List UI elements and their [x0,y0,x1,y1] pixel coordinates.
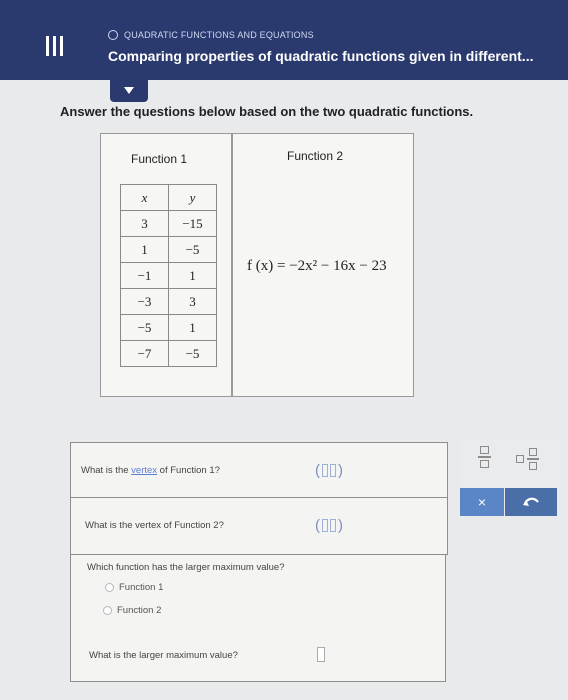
function2-title: Function 2 [287,149,344,163]
functions-panel: Function 1 Function 2 x y 3 −15 1 −5 −1 1 −… [100,133,414,397]
cell-y: −15 [168,210,217,237]
table-row: −3 3 [120,288,217,315]
mixed-number-icon[interactable] [516,448,539,470]
column-header-y: y [168,184,217,211]
vertex2-answer-input[interactable]: () [315,517,343,534]
question-text: Which function has the larger maximum va… [87,562,285,573]
cell-y: 1 [168,314,217,341]
clear-button[interactable]: × [460,488,504,516]
question-vertex-function2: What is the vertex of Function 2? () [70,497,448,555]
menu-icon[interactable] [44,36,66,56]
cell-y: −5 [168,236,217,263]
cell-x: −5 [120,314,169,341]
question-larger-maximum: Which function has the larger maximum va… [70,554,446,682]
radio-circle [105,583,114,592]
undo-button[interactable] [505,488,557,516]
cell-x: −3 [120,288,169,315]
cell-x: −7 [120,340,169,367]
undo-icon [523,497,539,506]
max-value-input[interactable] [317,647,325,662]
lesson-title: Comparing properties of quadratic functi… [108,48,534,64]
cell-y: 3 [168,288,217,315]
header-bar: QUADRATIC FUNCTIONS AND EQUATIONS Compar… [0,0,568,80]
topic-row: QUADRATIC FUNCTIONS AND EQUATIONS [108,30,314,40]
cell-x: 3 [120,210,169,237]
table-row: −7 −5 [120,340,217,367]
chevron-down-icon [124,87,134,94]
column-header-x: x [120,184,169,211]
table-row: 3 −15 [120,210,217,237]
math-toolbar [460,440,560,488]
topic-circle-icon [108,30,118,40]
expand-dropdown-button[interactable] [110,80,148,102]
question-vertex-function1: What is the vertex of Function 1? () [70,442,448,498]
cell-x: 1 [120,236,169,263]
cell-y: −5 [168,340,217,367]
instructions: Answer the questions below based on the … [60,104,474,119]
panel-divider [231,134,233,396]
function2-formula: f (x) = −2x² − 16x − 23 [247,258,387,274]
table-row: 1 −5 [120,236,217,263]
vertex1-answer-input[interactable]: () [315,462,343,479]
radio-circle [103,606,112,615]
function1-title: Function 1 [131,152,188,166]
table-row: −5 1 [120,314,217,341]
question-text: What is the vertex of Function 2? [85,520,224,531]
cell-y: 1 [168,262,217,289]
radio-function2[interactable]: Function 2 [103,605,161,616]
function1-table: x y 3 −15 1 −5 −1 1 −3 3 −5 1 −7 −5 [120,184,217,367]
question-text: What is the vertex of Function 1? [81,465,220,476]
vertex-link[interactable]: vertex [131,465,157,476]
question-text: What is the larger maximum value? [89,650,238,661]
table-row: −1 1 [120,262,217,289]
cell-x: −1 [120,262,169,289]
radio-function1[interactable]: Function 1 [105,582,163,593]
fraction-icon[interactable] [478,446,491,468]
topic-label: QUADRATIC FUNCTIONS AND EQUATIONS [124,30,314,40]
